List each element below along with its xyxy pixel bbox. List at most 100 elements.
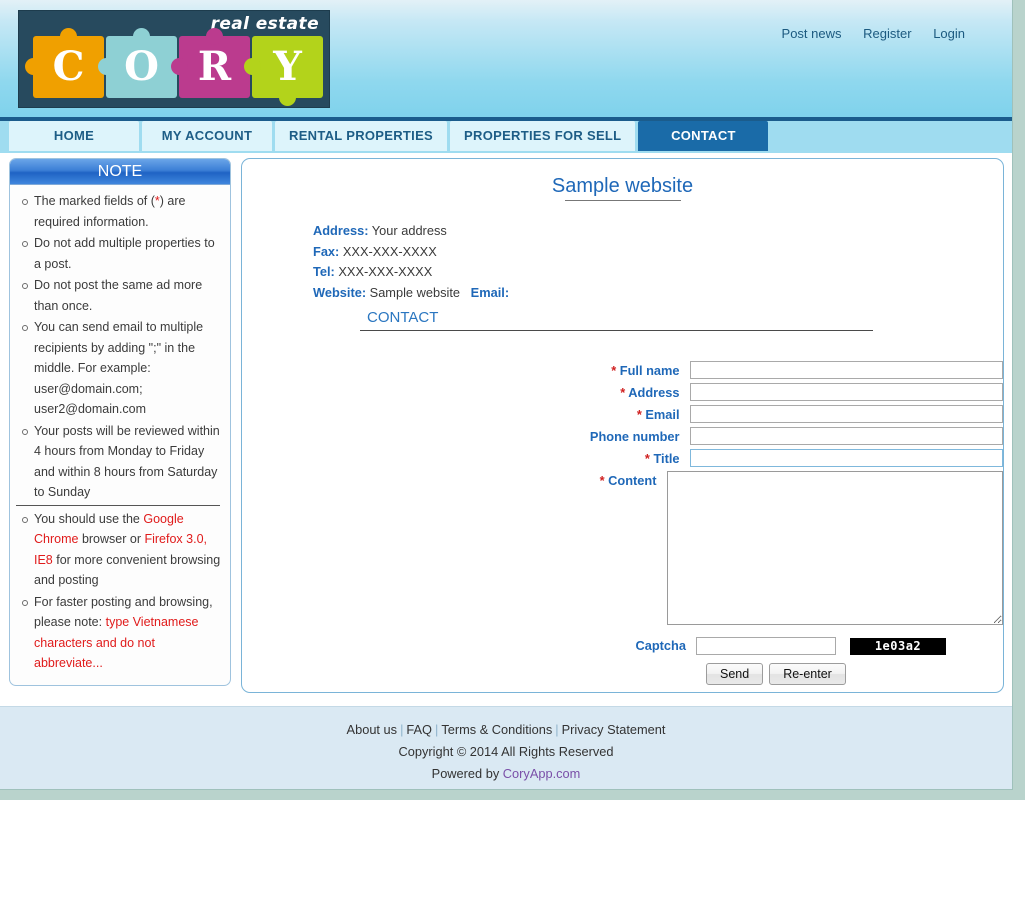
content-label-text: Content (608, 473, 657, 488)
powered-by-text: Powered by (431, 766, 503, 781)
note-item-browser-recommendation: You should use the Google Chrome browser… (22, 509, 222, 591)
contact-info-website: Website: Sample website Email: (313, 283, 1003, 304)
footer-separator-1: | (400, 722, 404, 737)
nav-tab-my-account[interactable]: MY ACCOUNT (142, 121, 272, 151)
reenter-button[interactable]: Re-enter (769, 663, 846, 685)
email-input[interactable] (689, 405, 1003, 423)
form-row-content: * Content (242, 471, 1003, 625)
form-row-address: * Address (242, 383, 1003, 403)
logo-puzzle-pieces: C O R Y (25, 28, 323, 106)
page-title: Sample website (551, 175, 694, 197)
tel-label: Tel: (313, 264, 335, 279)
nav-tab-contact[interactable]: CONTACT (638, 121, 769, 151)
full-name-label: * Full name (242, 361, 690, 381)
contact-form: * Full name * Address * Email Phone numb… (242, 361, 1003, 685)
logo-tagline: real estate (210, 14, 319, 34)
fax-value: XXX-XXX-XXXX (342, 243, 437, 259)
note-item-1-prefix: The marked fields of ( (34, 194, 155, 208)
header-top-links: Post news Register Login (782, 26, 965, 41)
footer-link-privacy[interactable]: Privacy Statement (562, 722, 666, 737)
contact-info-block: Address: Your address Fax: XXX-XXX-XXXX … (313, 221, 1003, 303)
note-item-6-prefix: You should use the (34, 511, 144, 526)
note-item-vietnamese-characters: For faster posting and browsing, please … (22, 592, 222, 674)
footer-link-about-us[interactable]: About us (347, 722, 398, 737)
fax-label: Fax: (313, 243, 340, 259)
email-field-label: * Email (242, 405, 690, 425)
title-input[interactable] (689, 449, 1003, 467)
nav-tab-home[interactable]: HOME (9, 121, 139, 151)
email-label-text: Email (645, 407, 680, 422)
contact-info-fax: Fax: XXX-XXX-XXXX (313, 242, 1003, 263)
send-button[interactable]: Send (706, 663, 764, 685)
tel-value: XXX-XXX-XXXX (338, 264, 433, 279)
full-name-input[interactable] (689, 361, 1003, 379)
logo-piece-r: R (171, 28, 250, 98)
note-item-6-mid: browser or (78, 532, 145, 546)
section-title-contact: CONTACT (360, 309, 873, 331)
required-star-email: * (636, 407, 642, 422)
note-item-6-suffix: for more convenient browsing and posting (34, 552, 221, 588)
full-name-label-text: Full name (619, 363, 680, 378)
coryapp-link[interactable]: CoryApp.com (503, 766, 581, 781)
footer-links: About us | FAQ | Terms & Conditions | Privacy … (0, 719, 1012, 741)
required-star-full-name: * (611, 363, 617, 378)
register-link[interactable]: Register (863, 26, 911, 41)
main-navigation: HOME MY ACCOUNT RENTAL PROPERTIES PROPER… (0, 121, 1012, 153)
site-footer: About us | FAQ | Terms & Conditions | Privacy … (0, 706, 1012, 789)
footer-link-terms[interactable]: Terms & Conditions (441, 722, 552, 737)
content-field-label: * Content (242, 471, 667, 491)
phone-label-text: Phone number (589, 429, 680, 444)
login-link[interactable]: Login (933, 26, 965, 41)
footer-powered-by: Powered by CoryApp.com (0, 763, 1012, 785)
title-field-label: * Title (242, 449, 690, 469)
form-button-row: Send Re-enter (696, 663, 1003, 685)
note-panel: NOTE The marked fields of (*) are requir… (9, 158, 231, 686)
note-panel-body: The marked fields of (*) are required in… (10, 185, 230, 685)
content-textarea[interactable] (666, 471, 1003, 625)
site-logo[interactable]: real estate C O R Y (18, 10, 330, 108)
address-field-label: * Address (242, 383, 690, 403)
address-label: Address: (313, 223, 369, 238)
contact-info-address: Address: Your address (313, 221, 1003, 242)
phone-field-label: Phone number (242, 427, 690, 447)
address-label-text: Address (628, 385, 680, 400)
form-row-email: * Email (242, 405, 1003, 425)
note-list-secondary: You should use the Google Chrome browser… (16, 509, 222, 674)
address-input[interactable] (689, 383, 1003, 401)
screenshot-root: real estate C O R Y Post news Register L… (0, 0, 1025, 900)
captcha-image: 1e03a2 (850, 637, 946, 655)
nav-tab-rental-properties[interactable]: RENTAL PROPERTIES (275, 121, 448, 151)
form-row-phone: Phone number (242, 427, 1003, 447)
logo-piece-y: Y (244, 36, 323, 106)
form-row-full-name: * Full name (242, 361, 1003, 381)
contact-info-tel: Tel: XXX-XXX-XXXX (313, 262, 1003, 283)
phone-number-input[interactable] (689, 427, 1003, 445)
captcha-label: Captcha (635, 638, 687, 653)
footer-separator-3: | (555, 722, 559, 737)
nav-tab-properties-for-sell[interactable]: PROPERTIES FOR SELL (450, 121, 636, 151)
logo-piece-c: C (25, 28, 104, 98)
form-row-title: * Title (242, 449, 1003, 469)
required-star-content: * (599, 473, 605, 488)
footer-copyright: Copyright © 2014 All Rights Reserved (398, 744, 614, 759)
page-inner: real estate C O R Y Post news Register L… (0, 0, 1013, 790)
form-row-captcha: Captcha 1e03a2 (242, 636, 1003, 656)
note-item-no-duplicate-ads: Do not post the same ad more than once. (22, 275, 222, 316)
title-label-text: Title (653, 451, 680, 466)
website-label: Website: (313, 284, 367, 300)
website-value: Sample website (369, 284, 460, 300)
post-news-link[interactable]: Post news (782, 26, 842, 41)
logo-piece-o: O (98, 28, 177, 98)
site-header: real estate C O R Y Post news Register L… (0, 0, 1012, 121)
body-area: NOTE The marked fields of (*) are requir… (0, 153, 1012, 706)
page-shell: real estate C O R Y Post news Register L… (0, 0, 1025, 800)
note-panel-title: NOTE (10, 159, 230, 185)
note-divider (16, 504, 220, 506)
title-underline (564, 200, 681, 201)
footer-link-faq[interactable]: FAQ (406, 722, 432, 737)
nav-tab-list: HOME MY ACCOUNT RENTAL PROPERTIES PROPER… (9, 121, 769, 151)
main-content-card: Sample website Address: Your address Fax… (241, 158, 1004, 693)
note-list: The marked fields of (*) are required in… (16, 191, 222, 503)
captcha-input[interactable] (696, 637, 836, 655)
required-star-title: * (644, 451, 650, 466)
